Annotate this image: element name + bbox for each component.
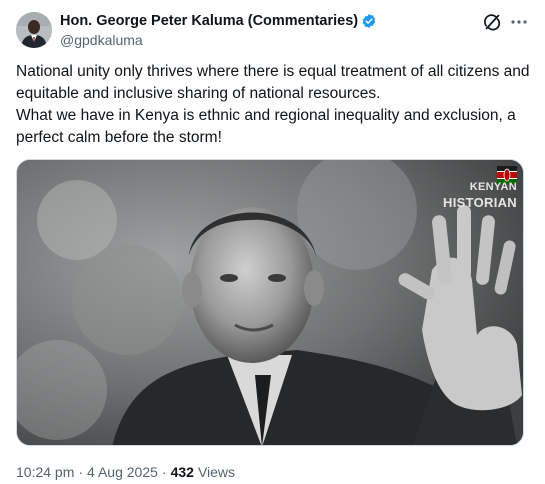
views-label: Views: [197, 464, 236, 480]
watermark-line-2: HISTORIAN: [443, 195, 517, 210]
meta-separator-2: ·: [161, 464, 167, 480]
tweet-header: Hon. George Peter Kaluma (Commentaries) …: [60, 12, 529, 48]
media-watermark: KENYAN HISTORIAN: [443, 180, 517, 210]
tweet-paragraph-1: National unity only thrives where there …: [16, 63, 530, 102]
more-options-icon[interactable]: [509, 13, 529, 31]
avatar[interactable]: [16, 12, 52, 48]
avatar-image: [16, 12, 52, 48]
grok-icon[interactable]: [483, 13, 501, 31]
tweet-meta: 10:24 pm · 4 Aug 2025 · 432 Views: [16, 464, 235, 480]
tweet-text: National unity only thrives where there …: [16, 61, 531, 149]
author-handle[interactable]: @gpdkaluma: [60, 32, 529, 48]
tweet-media-image[interactable]: KENYAN HISTORIAN: [16, 159, 524, 446]
meta-separator: ·: [78, 464, 84, 480]
tweet-time[interactable]: 10:24 pm: [16, 464, 74, 480]
watermark-line-1: KENYAN: [469, 181, 517, 193]
views-count: 432: [170, 464, 194, 480]
tweet-paragraph-2: What we have in Kenya is ethnic and regi…: [16, 107, 516, 146]
verified-badge-icon: [361, 13, 377, 29]
tweet-card: Hon. George Peter Kaluma (Commentaries) …: [0, 0, 545, 484]
author-display-name[interactable]: Hon. George Peter Kaluma (Commentaries): [60, 13, 358, 29]
tweet-date[interactable]: 4 Aug 2025: [87, 464, 158, 480]
name-row: Hon. George Peter Kaluma (Commentaries): [60, 12, 529, 30]
